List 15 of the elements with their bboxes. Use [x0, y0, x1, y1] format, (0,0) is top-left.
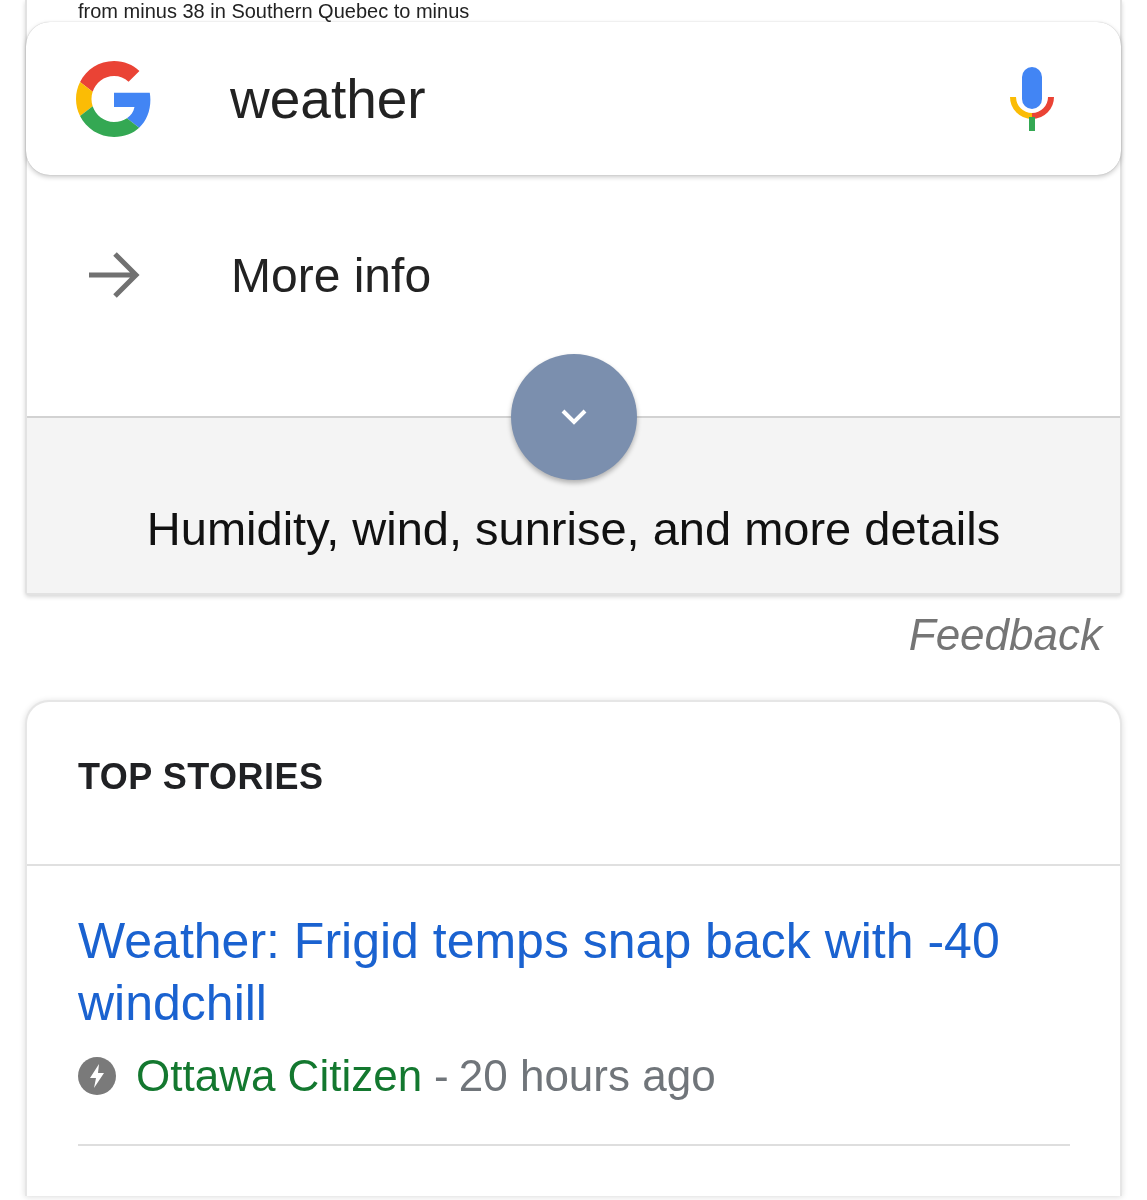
details-panel[interactable]: Humidity, wind, sunrise, and more details — [27, 416, 1120, 593]
story-time: 20 hours ago — [458, 1051, 716, 1101]
dash-separator: - — [434, 1051, 449, 1101]
more-info-link[interactable]: More info — [88, 175, 432, 375]
microphone-icon[interactable] — [1009, 66, 1055, 131]
arrow-right-icon — [88, 251, 140, 299]
search-field[interactable]: weather — [230, 66, 1009, 131]
lightning-icon — [78, 1057, 116, 1095]
details-label: Humidity, wind, sunrise, and more details — [146, 501, 1001, 557]
g-logo-icon — [76, 60, 152, 137]
feedback-link[interactable]: Feedback — [908, 610, 1102, 659]
story-headline-link[interactable]: Weather: Frigid temps snap back with -40 windchill — [78, 910, 1070, 1034]
snippet-text: from minus 38 in Southern Quebec to minus — [78, 0, 470, 22]
story-source: Ottawa Citizen — [136, 1051, 423, 1101]
section-title: TOP STORIES — [78, 756, 324, 798]
